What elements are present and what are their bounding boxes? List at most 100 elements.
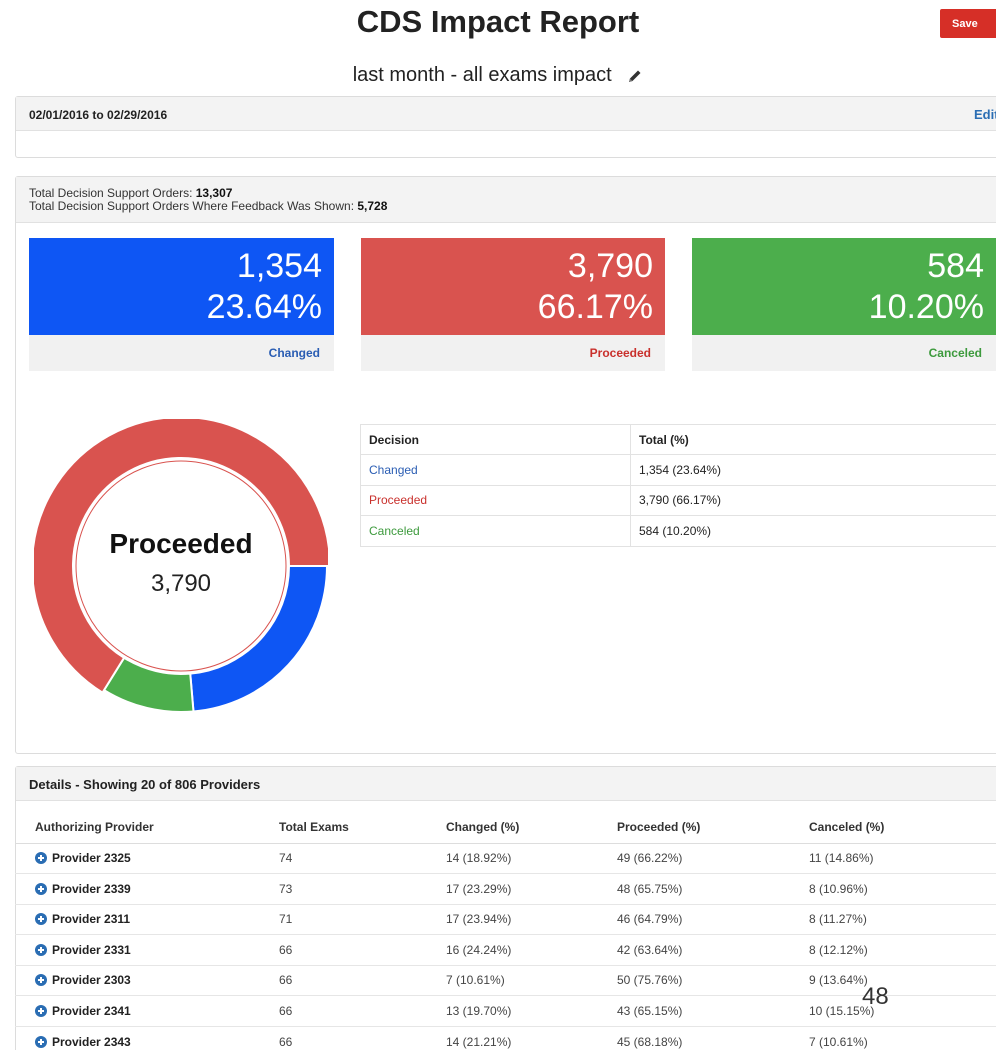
changed-count: 1,354 [236, 247, 322, 285]
changed-cell: 17 (23.29%) [446, 873, 617, 904]
provider-cell[interactable]: Provider 2339 [15, 873, 279, 904]
total-cell: 584 (10.20%) [630, 515, 996, 547]
provider-header[interactable]: Authorizing Provider [15, 812, 279, 844]
total-orders-label: Total Decision Support Orders: [29, 186, 196, 200]
provider-cell[interactable]: Provider 2331 [15, 934, 279, 965]
feedback-orders-value: 5,728 [357, 199, 388, 213]
changed-cell: 17 (23.94%) [446, 903, 617, 935]
provider-cell[interactable]: Provider 2341 [15, 995, 279, 1026]
total-exams-cell: 74 [279, 842, 446, 874]
proceeded-cell: 49 (66.22%) [617, 842, 809, 874]
decision-cell: Changed [360, 454, 631, 486]
changed-stat-box[interactable]: 1,354 23.64% Changed [29, 238, 334, 371]
decision-table-header: Decision Total (%) [360, 424, 996, 455]
expand-plus-icon[interactable] [35, 974, 47, 987]
table-row[interactable]: Provider 2303 66 7 (10.61%) 50 (75.76%) … [15, 964, 996, 996]
provider-name: Provider 2343 [52, 1034, 131, 1049]
proceeded-label: Proceeded [589, 346, 651, 360]
proceeded-cell: 43 (65.15%) [617, 995, 809, 1026]
total-exams-header[interactable]: Total Exams [279, 812, 446, 844]
feedback-orders-line: Total Decision Support Orders Where Feed… [29, 199, 387, 213]
total-exams-cell: 66 [279, 995, 446, 1026]
canceled-cell: 10 (15.15%) [809, 995, 996, 1026]
table-row: Proceeded 3,790 (66.17%) [360, 484, 996, 516]
feedback-orders-label: Total Decision Support Orders Where Feed… [29, 199, 358, 213]
table-row[interactable]: Provider 2331 66 16 (24.24%) 42 (63.64%)… [15, 934, 996, 965]
expand-plus-icon[interactable] [35, 1004, 47, 1017]
table-row[interactable]: Provider 2341 66 13 (19.70%) 43 (65.15%)… [15, 995, 996, 1026]
proceeded-percent: 66.17% [537, 288, 653, 326]
table-row[interactable]: Provider 2325 74 14 (18.92%) 49 (66.22%)… [15, 842, 996, 874]
proceeded-cell: 46 (64.79%) [617, 903, 809, 935]
total-cell: 3,790 (66.17%) [630, 484, 996, 516]
table-row: Changed 1,354 (23.64%) [360, 454, 996, 486]
canceled-cell: 8 (12.12%) [809, 934, 996, 965]
expand-plus-icon[interactable] [35, 852, 47, 865]
proceeded-cell: 48 (65.75%) [617, 873, 809, 904]
provider-cell[interactable]: Provider 2303 [15, 964, 279, 996]
changed-header[interactable]: Changed (%) [446, 812, 617, 844]
provider-name: Provider 2339 [52, 881, 131, 896]
canceled-count: 584 [927, 247, 984, 285]
save-button[interactable]: Save [940, 9, 996, 38]
donut-center-label: Proceeded [109, 528, 253, 559]
table-row[interactable]: Provider 2339 73 17 (23.29%) 48 (65.75%)… [15, 873, 996, 904]
canceled-cell: 9 (13.64%) [809, 964, 996, 996]
donut-center-value: 3,790 [150, 570, 212, 597]
proceeded-count: 3,790 [567, 247, 653, 285]
total-exams-cell: 66 [279, 1025, 446, 1050]
decision-header[interactable]: Decision [360, 424, 631, 455]
canceled-cell: 11 (14.86%) [809, 842, 996, 874]
changed-cell: 13 (19.70%) [446, 995, 617, 1026]
provider-cell[interactable]: Provider 2311 [15, 903, 279, 935]
proceeded-cell: 45 (68.18%) [617, 1025, 809, 1050]
total-orders-line: Total Decision Support Orders: 13,307 [29, 186, 232, 200]
table-row: Canceled 584 (10.20%) [360, 515, 996, 547]
changed-label: Changed [268, 346, 320, 360]
provider-table: Authorizing Provider Total Exams Changed… [15, 812, 996, 1050]
total-exams-cell: 73 [279, 873, 446, 904]
changed-percent: 23.64% [206, 288, 322, 326]
decision-cell: Canceled [360, 515, 631, 547]
provider-name: Provider 2311 [52, 912, 131, 927]
expand-plus-icon[interactable] [35, 1035, 47, 1048]
decision-cell: Proceeded [360, 484, 631, 516]
total-cell: 1,354 (23.64%) [630, 454, 996, 486]
table-row[interactable]: Provider 2311 71 17 (23.94%) 46 (64.79%)… [15, 903, 996, 935]
provider-name: Provider 2303 [52, 973, 131, 988]
provider-table-header: Authorizing Provider Total Exams Changed… [15, 812, 996, 844]
total-exams-cell: 66 [279, 964, 446, 996]
proceeded-cell: 42 (63.64%) [617, 934, 809, 965]
provider-cell[interactable]: Provider 2343 [15, 1025, 279, 1050]
total-exams-cell: 71 [279, 903, 446, 935]
canceled-header[interactable]: Canceled (%) [809, 812, 996, 844]
proceeded-header[interactable]: Proceeded (%) [617, 812, 809, 844]
provider-name: Provider 2331 [52, 942, 131, 957]
date-range: 02/01/2016 to 02/29/2016 [29, 108, 168, 122]
report-name: last month - all exams impact [352, 64, 612, 86]
decision-donut-chart[interactable] [34, 419, 328, 713]
proceeded-cell: 50 (75.76%) [617, 964, 809, 996]
pencil-icon[interactable] [627, 68, 643, 84]
expand-plus-icon[interactable] [35, 882, 47, 895]
changed-cell: 14 (18.92%) [446, 842, 617, 874]
decision-table: Decision Total (%) Changed 1,354 (23.64%… [360, 424, 996, 547]
canceled-cell: 8 (10.96%) [809, 873, 996, 904]
canceled-percent: 10.20% [868, 288, 984, 326]
changed-cell: 16 (24.24%) [446, 934, 617, 965]
provider-name: Provider 2325 [52, 851, 131, 866]
expand-plus-icon[interactable] [35, 913, 47, 926]
provider-name: Provider 2341 [52, 1003, 131, 1018]
canceled-cell: 8 (11.27%) [809, 903, 996, 935]
expand-plus-icon[interactable] [35, 943, 47, 956]
total-header[interactable]: Total (%) [630, 424, 996, 455]
canceled-stat-box[interactable]: 584 10.20% Canceled [692, 238, 996, 371]
date-range-panel: 02/01/2016 to 02/29/2016 Edit [15, 96, 996, 158]
details-title: Details - Showing 20 of 806 Providers [29, 777, 261, 792]
provider-cell[interactable]: Provider 2325 [15, 842, 279, 874]
changed-cell: 14 (21.21%) [446, 1025, 617, 1050]
table-row[interactable]: Provider 2343 66 14 (21.21%) 45 (68.18%)… [15, 1025, 996, 1050]
canceled-cell: 7 (10.61%) [809, 1025, 996, 1050]
edit-date-link[interactable]: Edit [974, 107, 996, 122]
proceeded-stat-box[interactable]: 3,790 66.17% Proceeded [361, 238, 665, 371]
